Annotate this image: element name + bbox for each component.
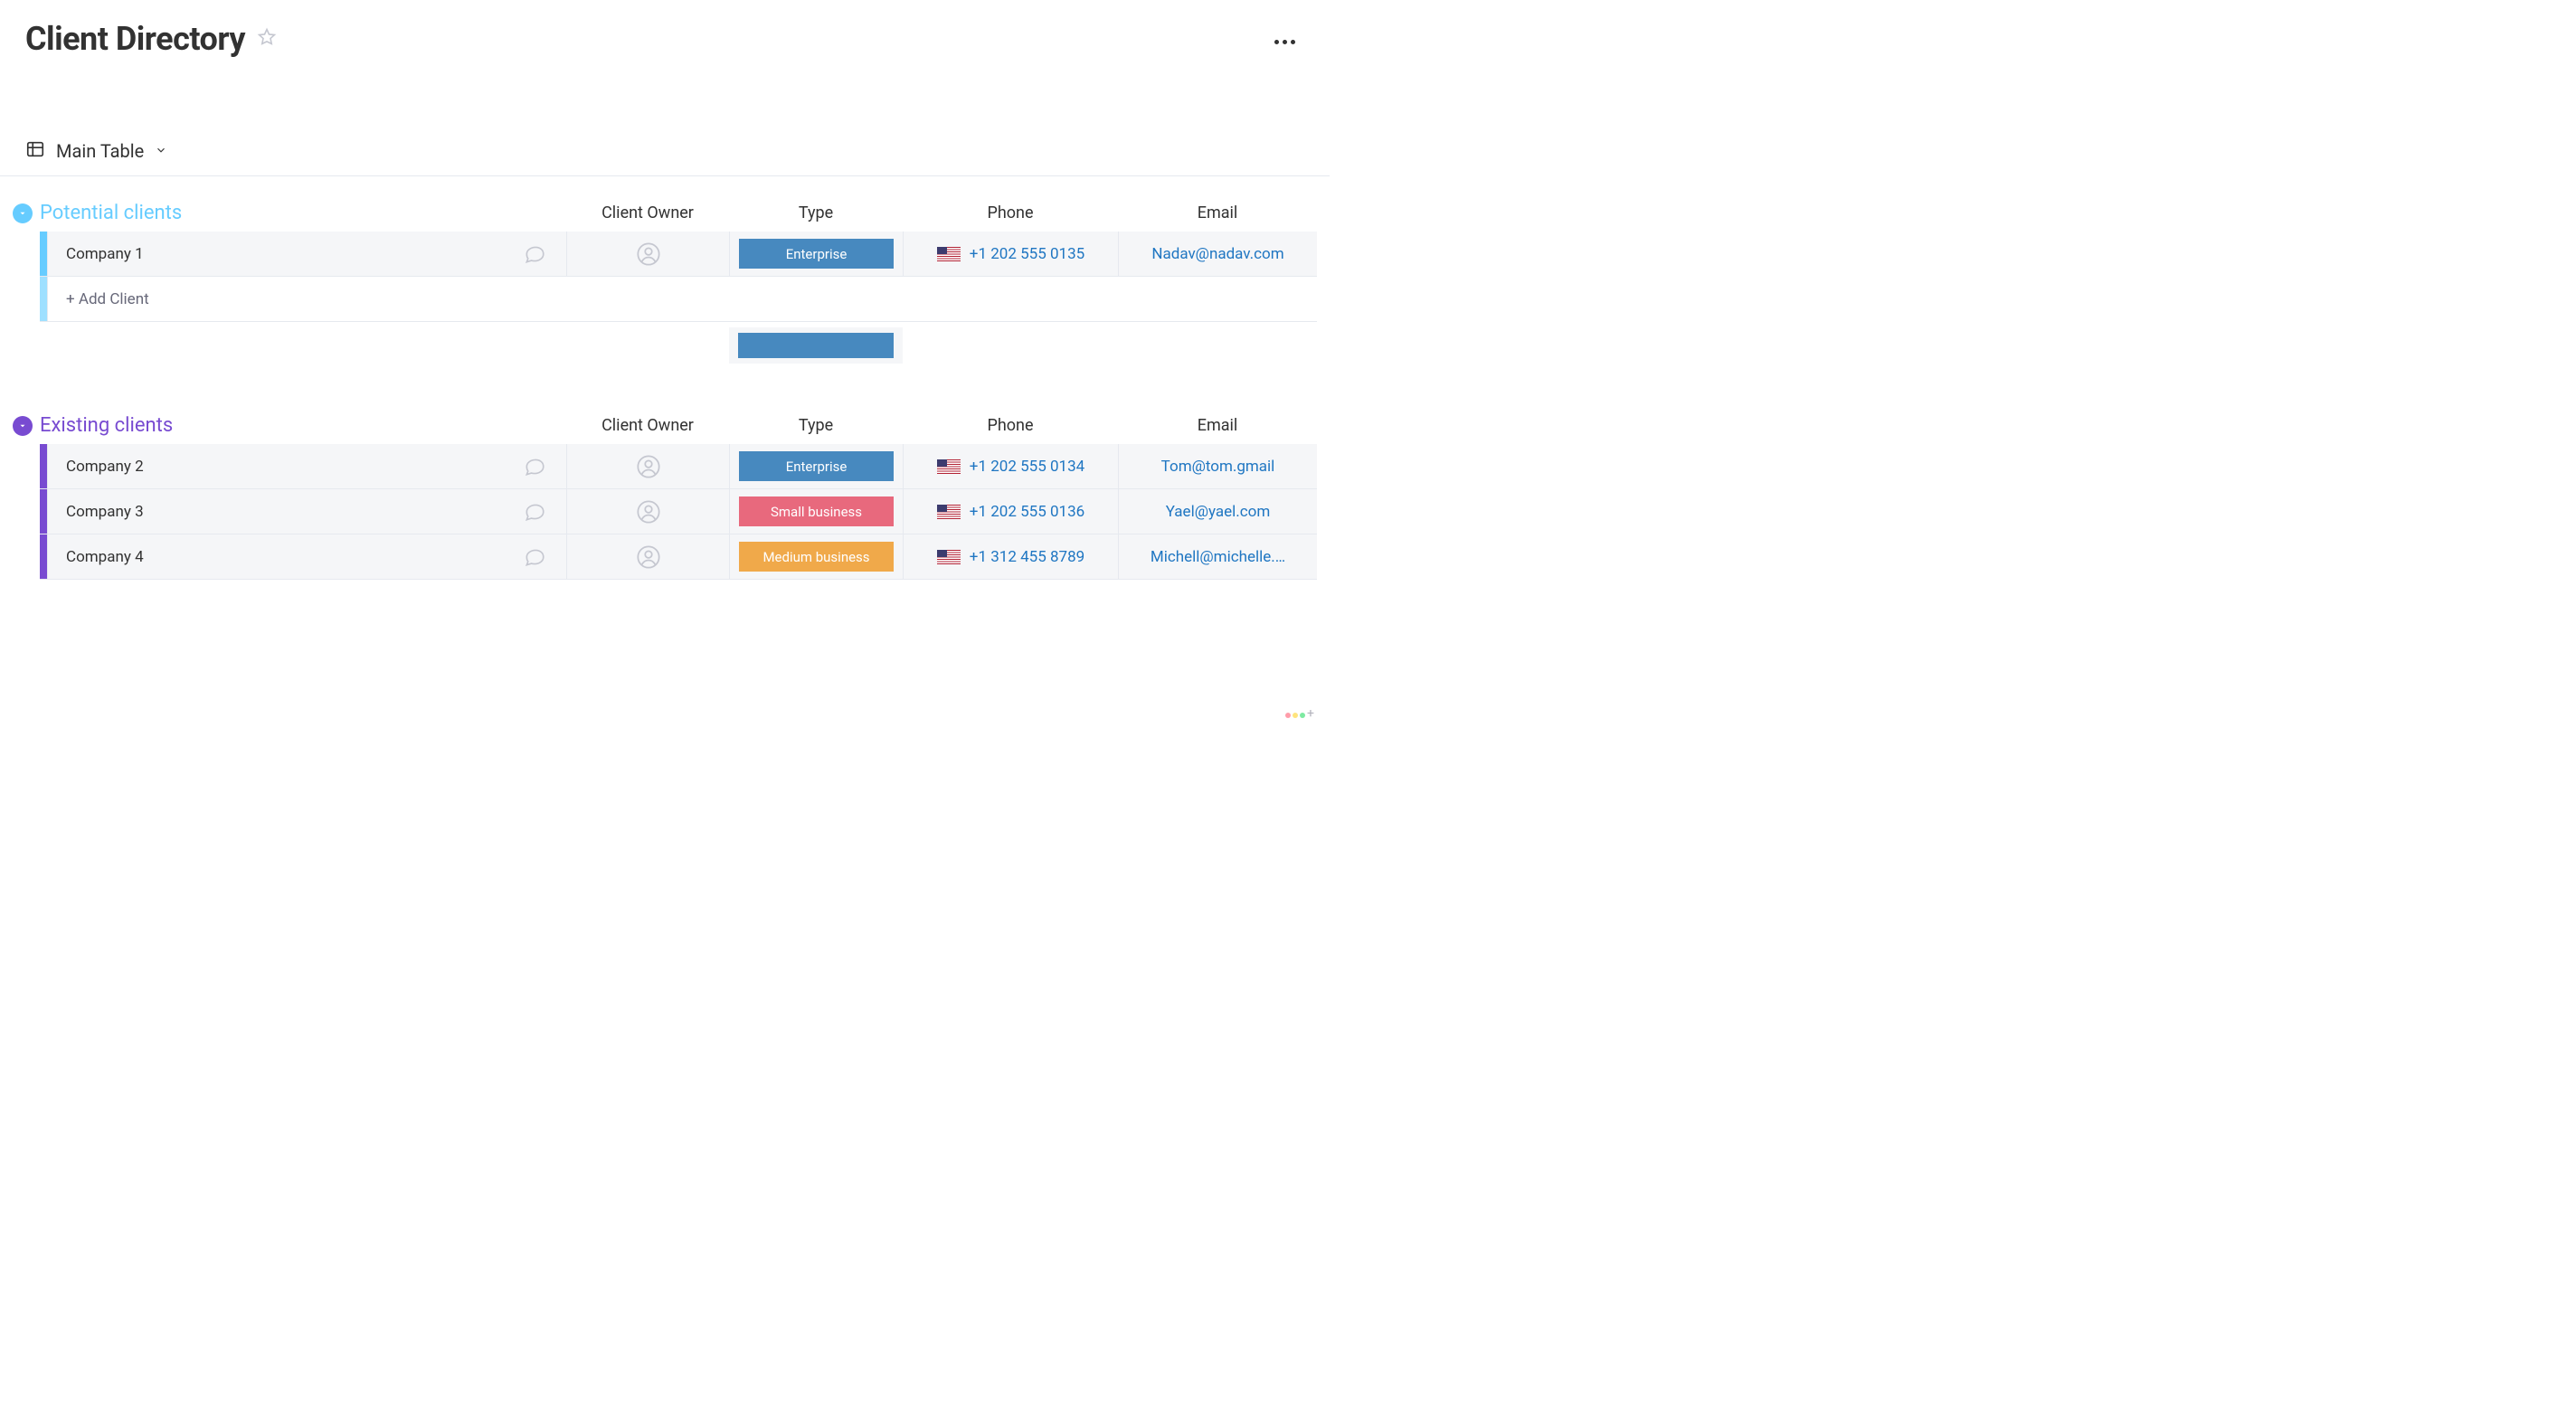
page-title: Client Directory — [25, 20, 245, 58]
type-summary[interactable] — [729, 327, 903, 364]
page-header: Client Directory — [0, 0, 1330, 58]
group-summary-row — [40, 327, 1317, 364]
cell-phone[interactable]: +1 312 455 8789 — [903, 534, 1118, 579]
type-badge: Small business — [739, 496, 894, 526]
cell-name[interactable]: Company 1 — [47, 232, 503, 276]
cell-email[interactable]: Nadav@nadav.com — [1118, 232, 1317, 276]
col-header-phone[interactable]: Phone — [903, 203, 1118, 222]
group-collapse-toggle[interactable] — [13, 416, 33, 436]
column-headers: Client Owner Type Phone Email — [566, 203, 1317, 222]
group-title[interactable]: Potential clients — [40, 202, 182, 224]
view-name[interactable]: Main Table — [56, 140, 144, 162]
cell-phone[interactable]: +1 202 555 0134 — [903, 444, 1118, 488]
cell-name[interactable]: Company 4 — [47, 534, 503, 579]
chat-icon[interactable] — [503, 534, 566, 579]
group-rows: Company 1 Enterprise +1 202 555 0135 Nad… — [13, 232, 1317, 322]
table-icon — [25, 139, 45, 163]
col-header-type[interactable]: Type — [729, 203, 903, 222]
cell-type[interactable]: Enterprise — [729, 444, 903, 488]
cell-phone[interactable]: +1 202 555 0136 — [903, 489, 1118, 534]
col-header-owner[interactable]: Client Owner — [566, 416, 729, 435]
group-header: Existing clients Client Owner Type Phone… — [13, 414, 1317, 437]
cell-email[interactable]: Michell@michelle.… — [1118, 534, 1317, 579]
phone-text: +1 312 455 8789 — [970, 548, 1084, 566]
cell-name[interactable]: Company 2 — [47, 444, 503, 488]
type-badge: Enterprise — [739, 239, 894, 269]
flag-us-icon — [937, 550, 961, 564]
group-header: Potential clients Client Owner Type Phon… — [13, 202, 1317, 224]
view-bar: Main Table — [0, 139, 1330, 176]
header-left: Client Directory — [25, 20, 278, 58]
chevron-down-icon[interactable] — [155, 143, 167, 160]
flag-us-icon — [937, 505, 961, 519]
flag-us-icon — [937, 247, 961, 261]
group-potential-clients: Potential clients Client Owner Type Phon… — [0, 202, 1330, 364]
col-header-email[interactable]: Email — [1118, 203, 1317, 222]
col-header-phone[interactable]: Phone — [903, 416, 1118, 435]
cell-email[interactable]: Yael@yael.com — [1118, 489, 1317, 534]
phone-text: +1 202 555 0136 — [970, 503, 1084, 521]
row-color-bar — [40, 444, 47, 488]
cell-type[interactable]: Enterprise — [729, 232, 903, 276]
phone-text: +1 202 555 0135 — [970, 245, 1084, 263]
chat-icon[interactable] — [503, 489, 566, 534]
add-client-label[interactable]: + Add Client — [47, 277, 1317, 321]
table-row[interactable]: Company 3 Small business +1 202 555 0136… — [40, 489, 1317, 534]
row-color-bar — [40, 489, 47, 534]
table-row[interactable]: Company 1 Enterprise +1 202 555 0135 Nad… — [40, 232, 1317, 277]
person-icon — [636, 499, 661, 525]
person-icon — [636, 454, 661, 479]
group-title[interactable]: Existing clients — [40, 414, 173, 437]
table-row[interactable]: Company 4 Medium business +1 312 455 878… — [40, 534, 1317, 580]
table-row[interactable]: Company 2 Enterprise +1 202 555 0134 Tom… — [40, 444, 1317, 489]
type-badge: Enterprise — [739, 451, 894, 481]
cell-phone[interactable]: +1 202 555 0135 — [903, 232, 1118, 276]
group-rows: Company 2 Enterprise +1 202 555 0134 Tom… — [13, 444, 1317, 580]
cell-name[interactable]: Company 3 — [47, 489, 503, 534]
person-icon — [636, 241, 661, 267]
col-header-type[interactable]: Type — [729, 416, 903, 435]
row-color-bar — [40, 277, 47, 321]
group-collapse-toggle[interactable] — [13, 203, 33, 223]
cell-email[interactable]: Tom@tom.gmail — [1118, 444, 1317, 488]
row-color-bar — [40, 232, 47, 276]
cell-type[interactable]: Small business — [729, 489, 903, 534]
cell-owner[interactable] — [566, 489, 729, 534]
row-color-bar — [40, 534, 47, 579]
cell-owner[interactable] — [566, 232, 729, 276]
type-summary-block — [738, 333, 894, 358]
cell-owner[interactable] — [566, 534, 729, 579]
group-existing-clients: Existing clients Client Owner Type Phone… — [0, 414, 1330, 580]
person-icon — [636, 544, 661, 570]
more-options-button[interactable] — [1265, 24, 1304, 55]
col-header-owner[interactable]: Client Owner — [566, 203, 729, 222]
star-icon[interactable] — [256, 26, 278, 52]
col-header-email[interactable]: Email — [1118, 416, 1317, 435]
phone-text: +1 202 555 0134 — [970, 458, 1084, 476]
column-headers: Client Owner Type Phone Email — [566, 416, 1317, 435]
cell-type[interactable]: Medium business — [729, 534, 903, 579]
add-client-row[interactable]: + Add Client — [40, 277, 1317, 322]
chat-icon[interactable] — [503, 232, 566, 276]
watermark-icon: + — [1284, 704, 1313, 722]
cell-owner[interactable] — [566, 444, 729, 488]
type-badge: Medium business — [739, 542, 894, 572]
chat-icon[interactable] — [503, 444, 566, 488]
flag-us-icon — [937, 459, 961, 474]
